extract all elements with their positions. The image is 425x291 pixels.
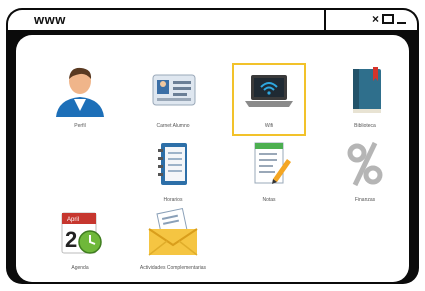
minimize-icon[interactable] [397,22,407,24]
close-icon[interactable]: × [372,13,379,25]
percent-icon [347,141,383,187]
notebook-icon [158,143,187,185]
user-profile-icon [56,67,104,117]
tile-label: Finanzas [354,197,376,203]
tile-label: Wifi [264,123,274,129]
laptop-wifi-icon [245,75,293,107]
tile-actividades-complementarias[interactable]: Actividades Complementarias [130,207,216,283]
tile-label: Carnet Alumno [156,123,190,129]
tile-wifi[interactable]: Wifi [226,65,312,141]
maximize-icon[interactable] [382,14,395,24]
title-divider [324,10,326,30]
tile-label: Biblioteca [354,123,376,129]
calendar-icon: April 2 [61,212,102,254]
calendar-day: 2 [65,227,77,252]
url-bar[interactable]: www [34,12,66,27]
window-controls: × [372,13,407,25]
calendar-month: April [67,217,79,223]
tile-label: Notas [262,197,276,203]
id-card-icon [152,74,196,106]
tile-finanzas[interactable]: Finanzas [322,139,408,215]
app-grid: Perfil Carnet Alumno Wifi Biblioteca Hor… [16,35,409,282]
tile-notas[interactable]: Notas [226,139,312,215]
browser-window: www × Perfil Carnet Alumno Wifi Bibliote… [6,8,419,284]
mail-icon [148,207,198,256]
tile-horarios[interactable]: Horarios [130,139,216,215]
tile-agenda[interactable]: April 2 Agenda [37,207,123,283]
tile-label: Actividades Complementarias [139,265,207,271]
book-icon [353,67,381,113]
tile-label: Horarios [163,197,183,203]
tile-perfil[interactable]: Perfil [37,65,123,141]
tile-label: Agenda [71,265,89,271]
tile-carnet-alumno[interactable]: Carnet Alumno [130,65,216,141]
title-bar: www × [8,10,417,32]
notes-pencil-icon [254,142,291,184]
tile-biblioteca[interactable]: Biblioteca [322,65,408,141]
tile-label: Perfil [74,123,86,129]
